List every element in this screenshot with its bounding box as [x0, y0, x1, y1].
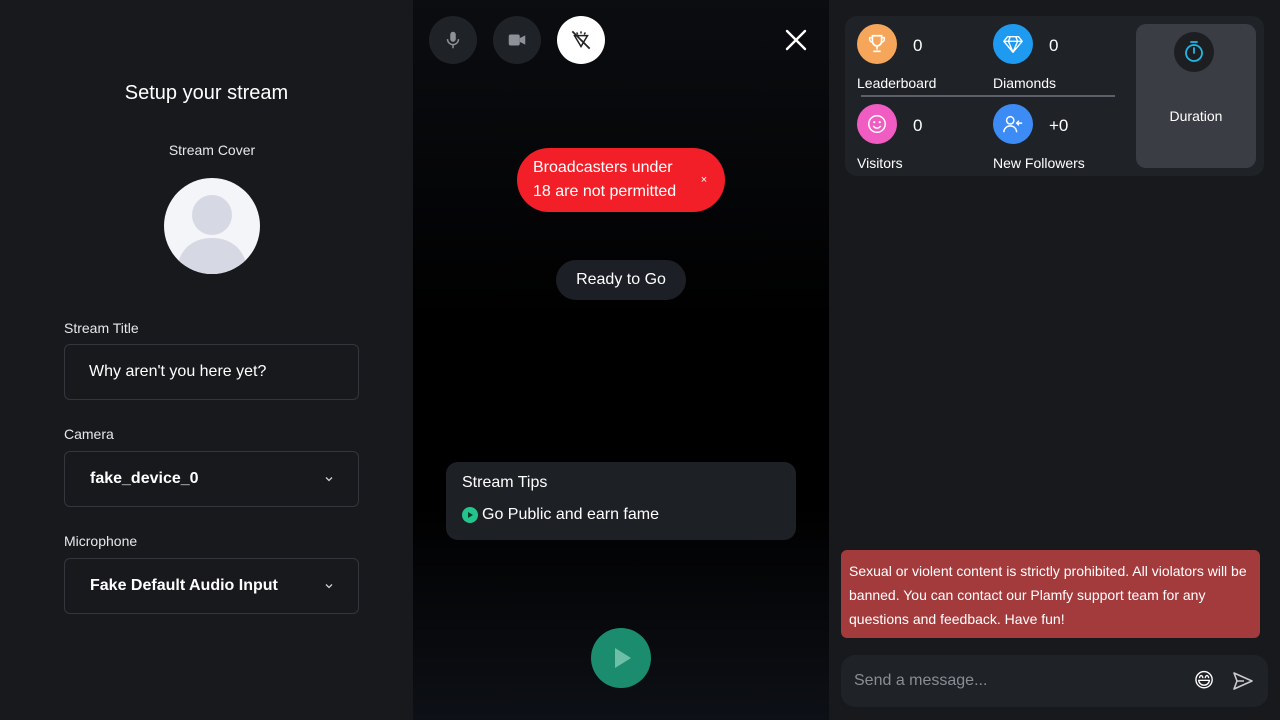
play-icon [615, 648, 631, 668]
stream-tips-card: Stream Tips Go Public and earn fame [446, 462, 796, 540]
age-warning-banner: Broadcasters under 18 are not permitted … [517, 148, 725, 212]
stream-preview: Broadcasters under 18 are not permitted … [413, 0, 829, 720]
video-camera-icon [508, 34, 526, 46]
stopwatch-icon [1174, 32, 1214, 72]
play-circle-icon [462, 507, 478, 523]
setup-title: Setup your stream [124, 82, 289, 104]
stream-tips-text: Go Public and earn fame [482, 506, 659, 523]
trophy-icon [857, 24, 897, 64]
leaderboard-value: 0 [913, 36, 923, 55]
microphone-icon [446, 31, 460, 49]
stream-tips-title: Stream Tips [462, 474, 548, 491]
send-button[interactable] [1230, 668, 1256, 694]
chevron-down-icon [325, 584, 333, 589]
diamonds-value: 0 [1049, 36, 1059, 55]
emoji-picker-icon[interactable]: 😄 [1192, 669, 1216, 693]
send-icon [1233, 672, 1253, 690]
duration-label: Duration [1169, 108, 1223, 124]
stream-title-value: Why aren't you here yet? [89, 363, 267, 380]
chat-composer: 😄 [841, 655, 1268, 707]
duration-card: Duration [1136, 24, 1256, 168]
stream-title-input[interactable]: Why aren't you here yet? [64, 344, 359, 400]
diamond-icon [993, 24, 1033, 64]
camera-select[interactable]: fake_device_0 [64, 451, 359, 507]
stream-tips-item: Go Public and earn fame [462, 506, 780, 524]
effects-off-icon [571, 30, 591, 50]
microphone-label: Microphone [64, 533, 138, 549]
camera-value: fake_device_0 [90, 470, 199, 487]
microphone-value: Fake Default Audio Input [90, 577, 278, 594]
stats-divider [861, 95, 1115, 97]
microphone-select[interactable]: Fake Default Audio Input [64, 558, 359, 614]
new-followers-value: +0 [1049, 116, 1069, 135]
chevron-down-icon [325, 477, 333, 482]
stream-title-label: Stream Title [64, 320, 139, 336]
age-warning-text: Broadcasters under 18 are not permitted [533, 159, 677, 200]
microphone-toggle-button[interactable] [429, 16, 477, 64]
stream-setup-app: Setup your stream Stream Cover Stream Ti… [0, 0, 1280, 720]
camera-label: Camera [64, 426, 114, 442]
avatar-placeholder-icon [176, 195, 248, 274]
smiley-icon [857, 104, 897, 144]
diamonds-label: Diamonds [993, 75, 1057, 91]
effects-toggle-button[interactable] [557, 16, 605, 64]
visitors-value: 0 [913, 116, 923, 135]
status-badge: Ready to Go [556, 260, 686, 300]
visitors-label: Visitors [857, 155, 903, 171]
warning-close-icon[interactable]: × [697, 173, 711, 187]
stream-cover-avatar[interactable] [164, 178, 260, 274]
setup-panel: Setup your stream Stream Cover Stream Ti… [0, 0, 413, 720]
chat-message-input[interactable] [854, 672, 1192, 690]
stream-cover-label: Stream Cover [168, 142, 256, 158]
stats-chat-panel: 0 Leaderboard 0 Diamonds 0 Visitors +0 N… [829, 0, 1280, 720]
stats-card: 0 Leaderboard 0 Diamonds 0 Visitors +0 N… [845, 16, 1264, 176]
camera-toggle-button[interactable] [493, 16, 541, 64]
close-icon [785, 29, 807, 51]
go-live-button[interactable] [591, 628, 651, 688]
close-button[interactable] [780, 24, 812, 56]
user-follow-icon [993, 104, 1033, 144]
leaderboard-label: Leaderboard [857, 75, 937, 91]
new-followers-label: New Followers [993, 155, 1085, 171]
chat-rules-notice: Sexual or violent content is strictly pr… [841, 550, 1260, 638]
